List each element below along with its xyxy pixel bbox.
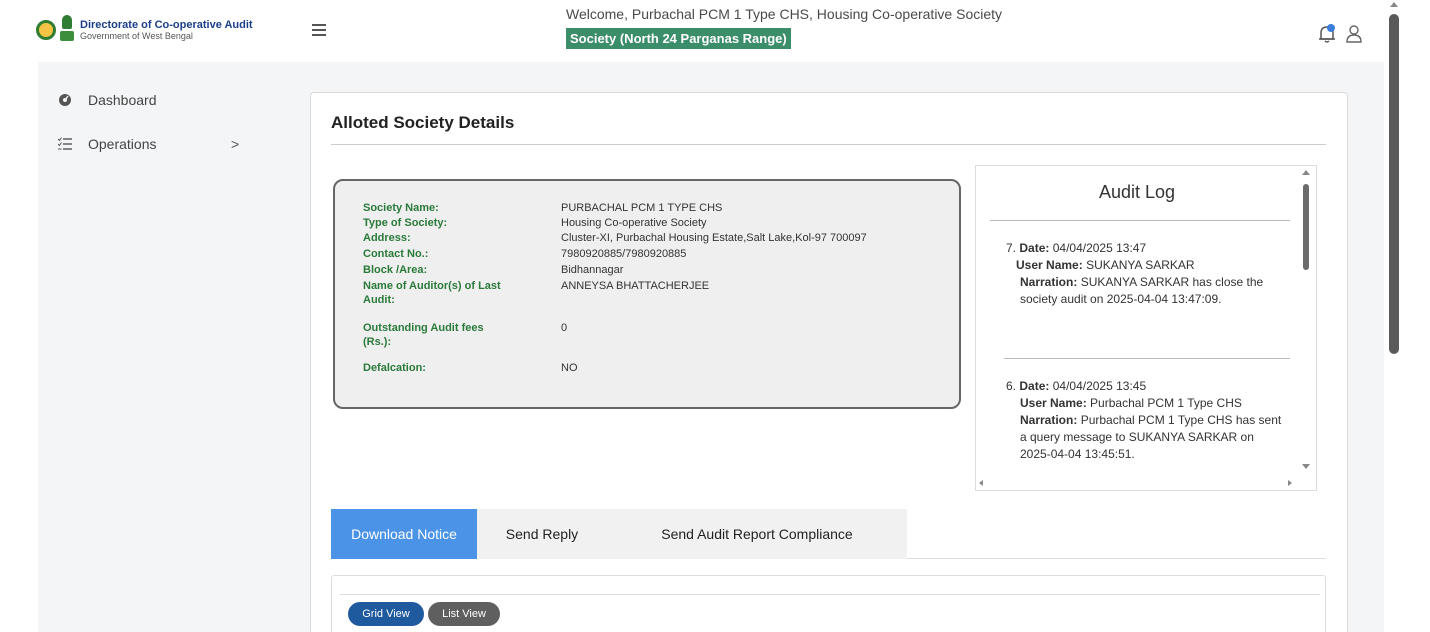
detail-value: Bidhannagar bbox=[561, 264, 624, 276]
log-user-label: User Name: bbox=[1020, 396, 1087, 410]
page-title: Alloted Society Details bbox=[331, 113, 515, 132]
detail-value: 7980920885/7980920885 bbox=[561, 248, 687, 260]
detail-value: 0 bbox=[561, 322, 568, 334]
sidebar-item-dashboard[interactable]: Dashboard bbox=[58, 92, 258, 108]
log-entry: 7. Date: 04/04/2025 13:47 User Name: SUK… bbox=[1006, 240, 1286, 308]
brand-subtitle: Government of West Bengal bbox=[80, 31, 193, 41]
detail-label: Contact No.: bbox=[363, 248, 429, 260]
detail-label: Type of Society: bbox=[363, 217, 448, 229]
audit-log-panel[interactable]: Audit Log 7. Date: 04/04/2025 13:47 User… bbox=[975, 165, 1317, 491]
log-date-label: Date: bbox=[1019, 379, 1050, 393]
audit-log-title: Audit Log bbox=[1098, 182, 1176, 202]
list-icon bbox=[58, 137, 72, 150]
scroll-up-arrow-icon[interactable] bbox=[1390, 2, 1398, 7]
tab-download-notice[interactable]: Download Notice bbox=[331, 509, 477, 559]
welcome-text: Welcome, Purbachal PCM 1 Type CHS, Housi… bbox=[566, 6, 1003, 22]
emblem-icon bbox=[36, 20, 56, 40]
sidebar: Dashboard Operations > bbox=[38, 62, 272, 632]
scroll-up-arrow-icon[interactable] bbox=[1302, 170, 1310, 175]
sidebar-item-label: Dashboard bbox=[88, 92, 157, 108]
log-narration-label: Narration: bbox=[1020, 275, 1078, 289]
detail-value: Cluster-XI, Purbachal Housing Estate,Sal… bbox=[561, 232, 867, 244]
detail-value: Housing Co-operative Society bbox=[561, 217, 707, 229]
log-date: 04/04/2025 13:45 bbox=[1052, 379, 1147, 393]
tab-send-reply[interactable]: Send Reply bbox=[477, 509, 607, 559]
top-header: Directorate of Co-operative Audit Govern… bbox=[0, 0, 1430, 62]
left-decoration bbox=[0, 0, 38, 632]
log-number: 6. bbox=[1006, 379, 1017, 393]
user-icon[interactable] bbox=[1346, 25, 1362, 43]
menu-toggle-icon[interactable] bbox=[312, 24, 326, 36]
log-narration-label: Narration: bbox=[1020, 413, 1078, 427]
dashboard-icon bbox=[59, 94, 71, 106]
scroll-thumb[interactable] bbox=[1389, 14, 1399, 354]
range-badge: Society (North 24 Parganas Range) bbox=[566, 28, 791, 49]
detail-label: Block /Area: bbox=[363, 264, 428, 276]
detail-label: Society Name: bbox=[363, 202, 439, 214]
grid-view-button[interactable]: Grid View bbox=[348, 602, 424, 626]
divider bbox=[1004, 358, 1290, 359]
scroll-right-arrow-icon[interactable] bbox=[1288, 480, 1292, 486]
detail-label: Address: bbox=[363, 232, 411, 244]
society-details-box: Society Name: PURBACHAL PCM 1 TYPE CHS T… bbox=[333, 179, 961, 409]
detail-label: Outstanding Audit fees (Rs.): bbox=[363, 322, 484, 348]
log-entry: 6. Date: 04/04/2025 13:45 User Name: Pur… bbox=[1006, 378, 1286, 463]
log-user-label: User Name: bbox=[1016, 258, 1083, 272]
divider bbox=[331, 144, 1326, 145]
detail-label: Defalcation: bbox=[363, 362, 426, 374]
sidebar-item-label: Operations bbox=[88, 136, 157, 152]
page-scrollbar[interactable] bbox=[1384, 0, 1406, 632]
main-content: Alloted Society Details Society Name: PU… bbox=[272, 62, 1384, 632]
scroll-down-arrow-icon[interactable] bbox=[1302, 464, 1310, 469]
scroll-thumb[interactable] bbox=[1303, 184, 1309, 270]
log-date: 04/04/2025 13:47 bbox=[1052, 241, 1147, 255]
notice-view-panel: Grid View List View bbox=[331, 575, 1326, 632]
log-number: 7. bbox=[1006, 241, 1017, 255]
log-date-label: Date: bbox=[1019, 241, 1050, 255]
brand[interactable]: Directorate of Co-operative Audit Govern… bbox=[36, 10, 268, 50]
action-tabs: Download Notice Send Reply Send Audit Re… bbox=[331, 509, 1326, 559]
tab-send-audit-report-compliance[interactable]: Send Audit Report Compliance bbox=[607, 509, 907, 559]
chevron-right-icon: > bbox=[231, 136, 240, 152]
society-details-card: Alloted Society Details Society Name: PU… bbox=[310, 92, 1348, 632]
scroll-left-arrow-icon[interactable] bbox=[979, 480, 983, 486]
log-user: SUKANYA SARKAR bbox=[1086, 258, 1195, 272]
detail-value: ANNEYSA BHATTACHERJEE bbox=[561, 280, 710, 292]
audit-log-scrollbar[interactable] bbox=[1301, 170, 1311, 480]
list-view-button[interactable]: List View bbox=[428, 602, 500, 626]
brand-text: Directorate of Co-operative Audit Govern… bbox=[80, 19, 253, 41]
brand-title: Directorate of Co-operative Audit bbox=[80, 19, 253, 31]
department-logo-icon bbox=[60, 15, 74, 45]
detail-value: NO bbox=[561, 362, 578, 374]
detail-value: PURBACHAL PCM 1 TYPE CHS bbox=[561, 202, 723, 214]
log-user: Purbachal PCM 1 Type CHS bbox=[1090, 396, 1242, 410]
sidebar-item-operations[interactable]: Operations > bbox=[58, 136, 258, 152]
detail-label: Name of Auditor(s) of Last Audit: bbox=[363, 280, 501, 306]
bell-icon[interactable] bbox=[1318, 24, 1336, 44]
divider bbox=[990, 220, 1290, 221]
